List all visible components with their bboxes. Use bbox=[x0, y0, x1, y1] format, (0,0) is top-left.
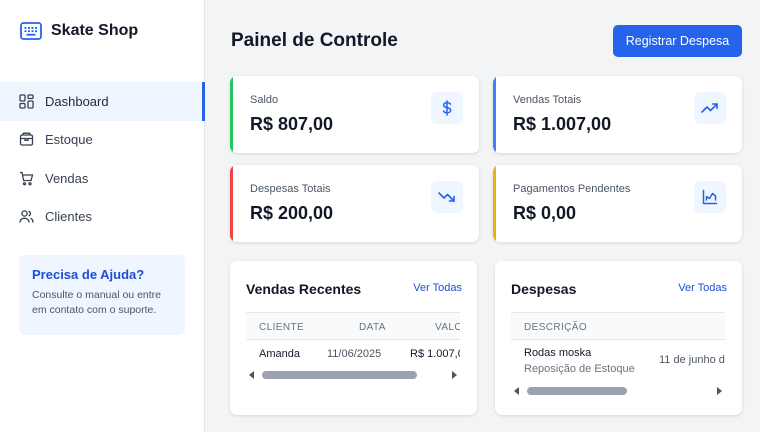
cell-cliente: Amanda bbox=[259, 348, 300, 360]
table-row[interactable]: Rodas moska Reposição de Estoque 11 de j… bbox=[511, 340, 725, 380]
cell-categoria: Reposição de Estoque bbox=[524, 363, 635, 375]
help-text: Consulte o manual ou entre em contato co… bbox=[32, 289, 161, 316]
sidebar-item-label: Vendas bbox=[45, 170, 89, 186]
column-header[interactable]: DESCRIÇÃO bbox=[524, 322, 587, 333]
stat-card-pagamentos-pendentes: Pagamentos Pendentes R$ 0,00 bbox=[493, 165, 742, 242]
stat-label: Saldo bbox=[250, 94, 279, 106]
scroll-thumb[interactable] bbox=[262, 371, 417, 379]
stat-label: Pagamentos Pendentes bbox=[513, 183, 631, 195]
sidebar-item-label: Clientes bbox=[45, 209, 92, 225]
sidebar-item-clientes[interactable]: Clientes bbox=[0, 198, 205, 237]
sidebar-item-dashboard[interactable]: Dashboard bbox=[0, 82, 205, 121]
column-header[interactable]: CLIENTE bbox=[259, 322, 304, 333]
users-icon bbox=[19, 209, 34, 224]
scroll-track[interactable] bbox=[523, 387, 713, 395]
scroll-track[interactable] bbox=[258, 371, 448, 379]
dashboard-icon bbox=[19, 94, 34, 109]
table-header: DESCRIÇÃO bbox=[511, 312, 725, 340]
sidebar-item-estoque[interactable]: Estoque bbox=[0, 121, 205, 160]
trending-up-icon bbox=[694, 92, 726, 124]
stat-label: Vendas Totais bbox=[513, 94, 582, 106]
cell-data: 11 de junho d bbox=[659, 354, 725, 366]
recent-sales-panel: Vendas Recentes Ver Todas CLIENTE DATA V… bbox=[230, 261, 477, 415]
table-header: CLIENTE DATA VALO bbox=[246, 312, 460, 340]
brand[interactable]: Skate Shop bbox=[20, 20, 138, 42]
scroll-left-icon[interactable] bbox=[246, 369, 258, 381]
dollar-icon bbox=[431, 92, 463, 124]
view-all-sales-link[interactable]: Ver Todas bbox=[413, 282, 462, 294]
sales-table: CLIENTE DATA VALO Amanda 11/06/2025 R$ 1… bbox=[246, 312, 460, 368]
scroll-right-icon[interactable] bbox=[448, 369, 460, 381]
cell-descricao: Rodas moska bbox=[524, 347, 592, 359]
trending-down-icon bbox=[431, 181, 463, 213]
scroll-left-icon[interactable] bbox=[511, 385, 523, 397]
sidebar-nav: Dashboard Estoque Vendas Clientes bbox=[0, 82, 205, 236]
stat-label: Despesas Totais bbox=[250, 183, 331, 195]
table-row[interactable]: Amanda 11/06/2025 R$ 1.007,0 bbox=[246, 340, 460, 368]
panel-title: Despesas bbox=[511, 281, 577, 297]
cell-valor: R$ 1.007,0 bbox=[410, 348, 460, 360]
chart-icon bbox=[694, 181, 726, 213]
box-icon bbox=[19, 132, 34, 147]
view-all-expenses-link[interactable]: Ver Todas bbox=[678, 282, 727, 294]
scroll-right-icon[interactable] bbox=[713, 385, 725, 397]
keyboard-icon bbox=[20, 20, 42, 42]
register-expense-button[interactable]: Registrar Despesa bbox=[613, 25, 742, 57]
page-title: Painel de Controle bbox=[231, 30, 398, 51]
stat-value: R$ 200,00 bbox=[250, 203, 334, 223]
app-name: Skate Shop bbox=[51, 22, 139, 39]
sidebar-item-vendas[interactable]: Vendas bbox=[0, 159, 205, 198]
stat-card-saldo: Saldo R$ 807,00 bbox=[230, 76, 479, 153]
stat-value: R$ 807,00 bbox=[250, 114, 334, 134]
horizontal-scrollbar[interactable] bbox=[246, 369, 460, 381]
panel-title: Vendas Recentes bbox=[246, 281, 362, 297]
expenses-panel: Despesas Ver Todas DESCRIÇÃO Rodas moska… bbox=[495, 261, 742, 415]
horizontal-scrollbar[interactable] bbox=[511, 385, 725, 397]
stat-card-vendas-totais: Vendas Totais R$ 1.007,00 bbox=[493, 76, 742, 153]
expenses-table: DESCRIÇÃO Rodas moska Reposição de Estoq… bbox=[511, 312, 725, 380]
cell-data: 11/06/2025 bbox=[327, 348, 382, 360]
help-title: Precisa de Ajuda? bbox=[32, 267, 145, 282]
stat-card-despesas-totais: Despesas Totais R$ 200,00 bbox=[230, 165, 479, 242]
help-card: Precisa de Ajuda? Consulte o manual ou e… bbox=[19, 255, 185, 335]
sidebar-item-label: Dashboard bbox=[45, 93, 109, 109]
column-header[interactable]: DATA bbox=[359, 322, 386, 333]
sidebar-item-label: Estoque bbox=[45, 132, 93, 148]
scroll-thumb[interactable] bbox=[527, 387, 627, 395]
sidebar: Skate Shop Dashboard Estoque Vendas Clie… bbox=[0, 0, 205, 432]
cart-icon bbox=[19, 171, 34, 186]
stat-value: R$ 1.007,00 bbox=[513, 114, 612, 134]
column-header[interactable]: VALO bbox=[435, 322, 460, 333]
stat-value: R$ 0,00 bbox=[513, 203, 577, 223]
